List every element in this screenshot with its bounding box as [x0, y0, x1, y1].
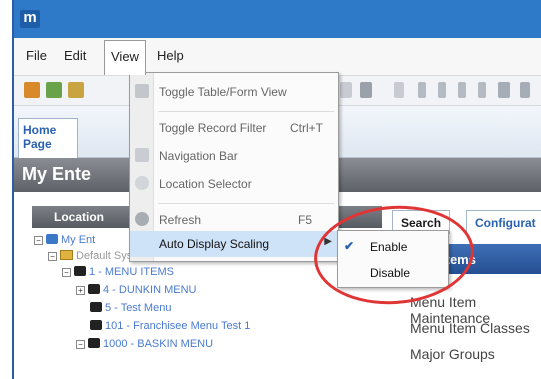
table-form-icon	[135, 84, 149, 98]
page-icon[interactable]	[394, 82, 404, 98]
previous-record-icon[interactable]	[438, 82, 446, 98]
menu-item-refresh[interactable]: Refresh F5	[130, 207, 338, 233]
first-record-icon[interactable]	[418, 82, 426, 98]
menu-item-label: Toggle Record Filter	[159, 121, 267, 135]
tree-label: My Ent	[61, 234, 96, 246]
menu-bar: File Edit View Help	[14, 38, 541, 76]
folder-icon	[60, 250, 73, 260]
menu-item-auto-display-scaling[interactable]: Auto Display Scaling ▶	[130, 231, 338, 257]
link-major-groups[interactable]: Major Groups	[410, 346, 495, 362]
menu-file[interactable]: File	[26, 48, 47, 63]
app-logo: m	[20, 10, 40, 28]
tree-row[interactable]: 101 - Franchisee Menu Test 1	[90, 318, 250, 334]
tree-label: 5 - Test Menu	[105, 302, 172, 314]
undo-icon[interactable]	[24, 82, 40, 98]
last-record-icon[interactable]	[478, 82, 486, 98]
collapse-icon[interactable]: −	[34, 236, 43, 245]
page-title: My Ente	[22, 164, 92, 184]
save-icon[interactable]	[46, 82, 62, 98]
menu-node-icon	[88, 284, 100, 294]
tree-label: 1 - MENU ITEMS	[89, 266, 174, 278]
menu-item-label: Navigation Bar	[159, 149, 238, 163]
navigation-bar-icon	[135, 148, 149, 162]
tree-label: 101 - Franchisee Menu Test 1	[105, 320, 251, 332]
location-icon	[135, 176, 149, 190]
menu-item-label: Refresh	[159, 213, 202, 227]
menu-node-icon	[88, 338, 100, 348]
collapse-icon[interactable]: −	[48, 252, 57, 261]
tree-row[interactable]: 5 - Test Menu	[90, 300, 171, 316]
menu-separator	[158, 203, 334, 204]
enterprise-icon	[46, 234, 58, 244]
filter-icon[interactable]	[520, 82, 530, 98]
link-menu-item-classes[interactable]: Menu Item Classes	[410, 320, 530, 336]
next-record-icon[interactable]	[458, 82, 466, 98]
menu-node-icon	[74, 266, 86, 276]
menu-edit[interactable]: Edit	[64, 48, 86, 63]
home-page-tab[interactable]: Home Page	[18, 118, 78, 158]
menu-separator	[158, 111, 334, 112]
menu-node-icon	[90, 302, 102, 312]
copy-icon[interactable]	[68, 82, 84, 98]
tree-label: 4 - DUNKIN MENU	[103, 284, 197, 296]
tree-row[interactable]: +4 - DUNKIN MENU	[76, 282, 197, 298]
grid-icon[interactable]	[498, 82, 510, 98]
menu-item-label: Location Selector	[159, 177, 252, 191]
app-window: m File Edit View Help Home Page My Ente …	[12, 0, 541, 379]
view-menu-dropdown: Toggle Table/Form View Toggle Record Fil…	[129, 72, 339, 262]
menu-view[interactable]: View	[104, 40, 146, 75]
menu-item-toggle-table-form-view[interactable]: Toggle Table/Form View	[130, 79, 338, 105]
tree-row[interactable]: − 1 - MENU ITEMS	[62, 264, 174, 280]
collapse-icon[interactable]: −	[62, 268, 71, 277]
tree-row[interactable]: − My Ent	[34, 232, 95, 248]
expand-icon[interactable]: +	[76, 286, 85, 295]
menu-item-shortcut: F5	[298, 213, 313, 227]
menu-item-navigation-bar[interactable]: Navigation Bar	[130, 143, 338, 169]
menu-item-shortcut: Ctrl+T	[290, 121, 323, 135]
menu-node-icon	[90, 320, 102, 330]
menu-help[interactable]: Help	[157, 48, 184, 63]
collapse-icon[interactable]: −	[76, 340, 85, 349]
tree-row[interactable]: − 1000 - BASKIN MENU	[76, 336, 213, 352]
tab-configuration[interactable]: Configurat	[466, 210, 541, 234]
menu-item-toggle-record-filter[interactable]: Toggle Record Filter Ctrl+T	[130, 115, 338, 141]
menu-item-label: Auto Display Scaling	[159, 237, 270, 251]
menu-item-label: Toggle Table/Form View	[159, 85, 287, 99]
tree-label: 1000 - BASKIN MENU	[103, 338, 214, 350]
menu-item-location-selector[interactable]: Location Selector	[130, 171, 338, 197]
redo-icon[interactable]	[340, 82, 352, 98]
refresh-icon	[135, 212, 149, 226]
title-bar: m	[14, 0, 541, 38]
paste-icon[interactable]	[360, 82, 372, 98]
